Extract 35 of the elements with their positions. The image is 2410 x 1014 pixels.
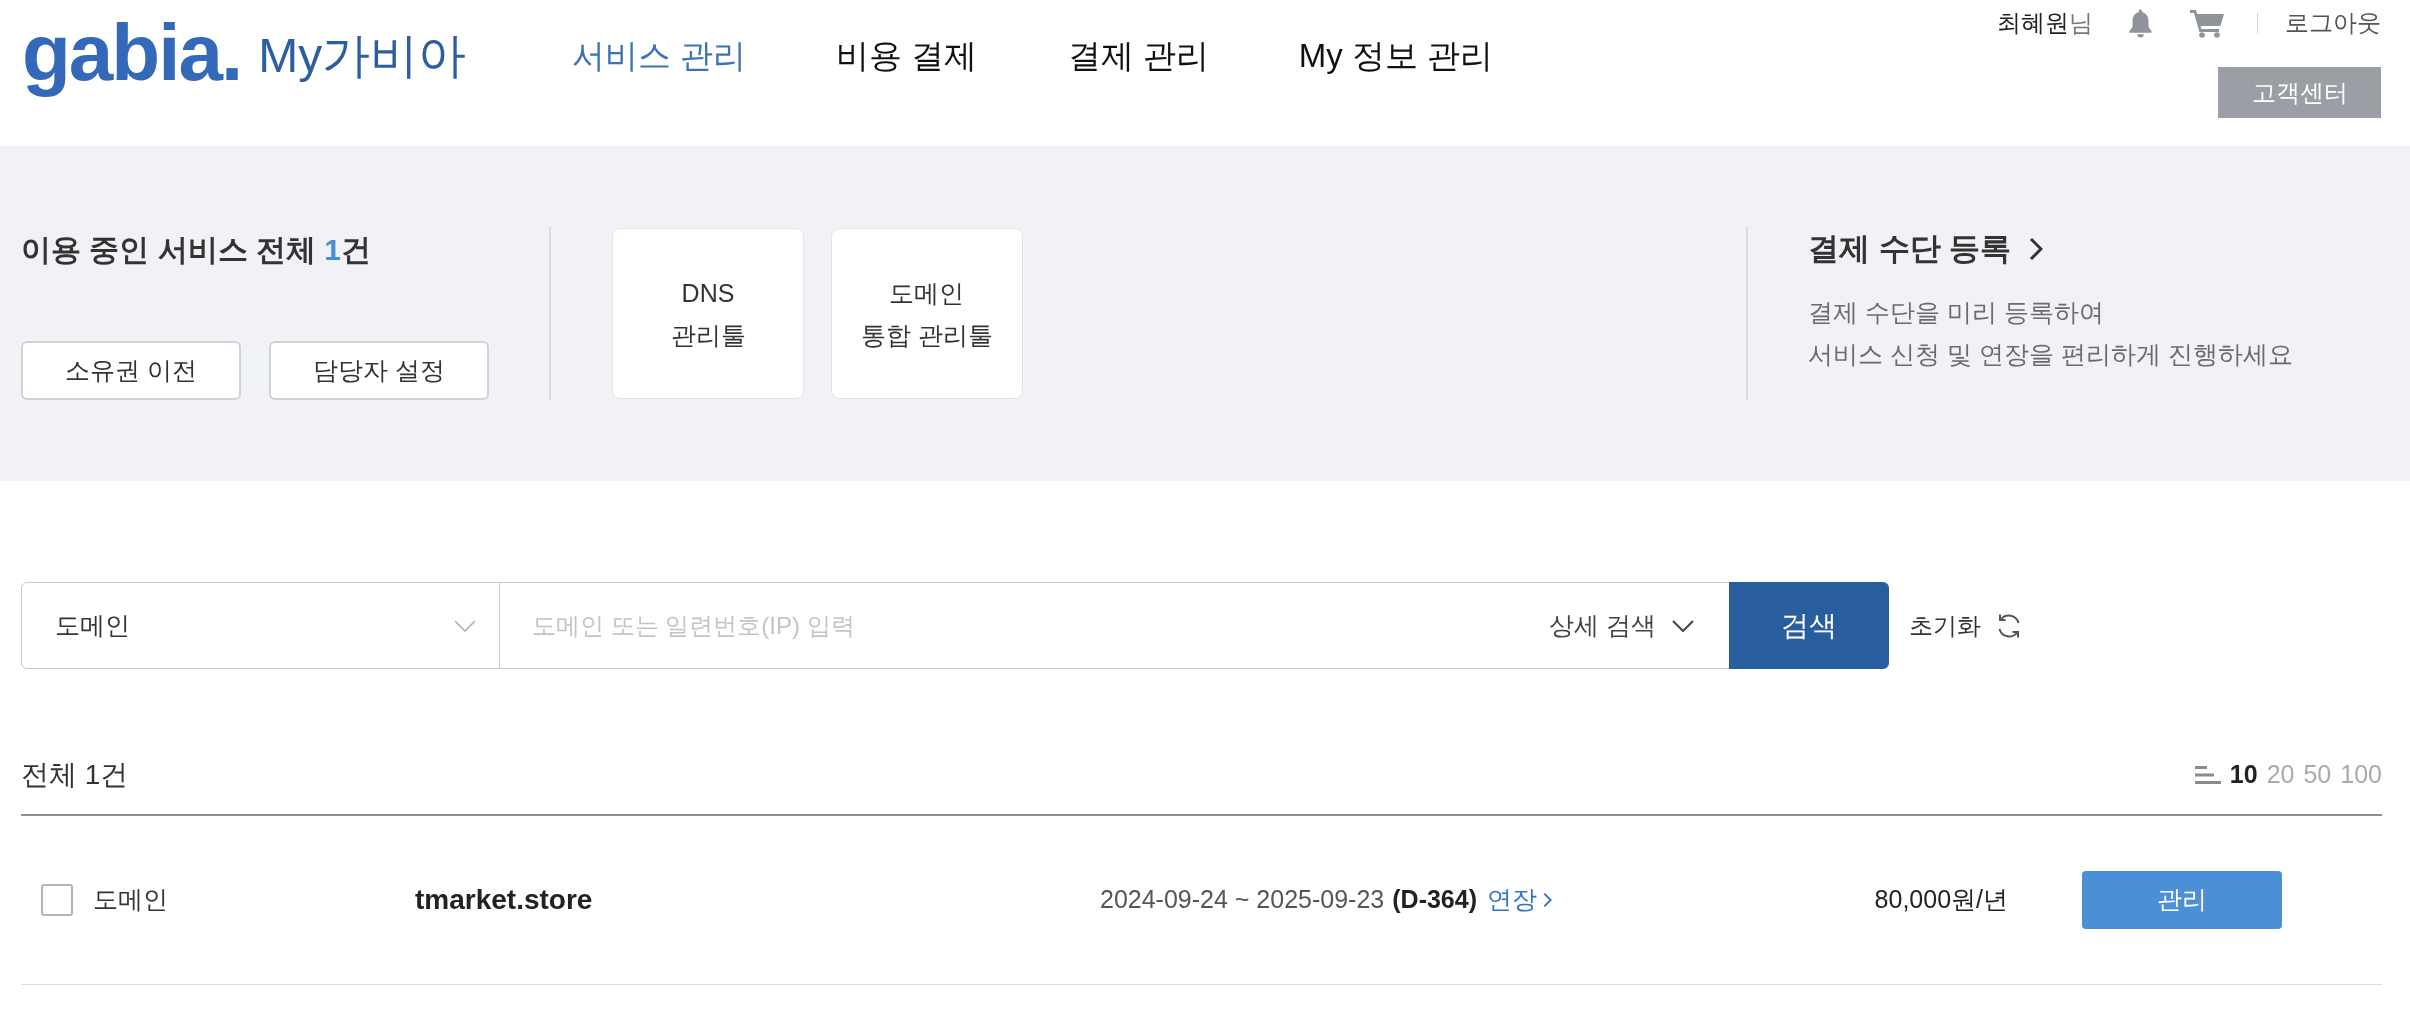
search-button[interactable]: 검색 [1729,582,1889,669]
nav-tab[interactable]: My 정보 관리 [1298,36,1493,76]
reset-button[interactable]: 초기화 [1909,582,2023,669]
action-button[interactable]: 담당자 설정 [269,341,489,400]
nav-tab[interactable]: 결제 관리 [1067,36,1209,76]
logout-link[interactable]: 로그아웃 [2285,8,2381,38]
nav-tab[interactable]: 서비스 관리 [572,36,747,76]
days-remaining: (D-364) [1392,884,1477,916]
nav-tab[interactable]: 비용 결제 [836,36,978,76]
price-text: 80,000원/년 [1874,885,2008,914]
chevron-down-icon [454,619,476,632]
cart-icon[interactable] [2190,8,2224,38]
chevron-down-icon [1671,619,1694,632]
summary-title: 이용 중인 서비스 전체 1건 [21,232,373,268]
search-field[interactable]: 도메인 또는 일련번호(IP) 입력 [500,582,1530,669]
detail-search-button[interactable]: 상세 검색 [1530,582,1729,669]
page-size-option[interactable]: 10 [2229,755,2258,794]
action-button[interactable]: 소유권 이전 [21,341,241,400]
chevron-right-icon [2029,237,2044,261]
checkbox[interactable] [41,884,73,916]
user-name: 최혜원 님 [1997,8,2093,38]
tool-card[interactable]: DNS 관리툴 [612,228,804,399]
payment-register-link[interactable]: 결제 수단 등록 [1808,227,2044,271]
chevron-right-icon [1543,892,1552,908]
tool-card[interactable]: 도메인 통합 관리툴 [831,228,1023,399]
search-type-select[interactable]: 도메인 [21,582,500,669]
bell-icon[interactable] [2127,8,2154,38]
renew-link[interactable]: 연장 [1487,881,1552,919]
domain-name: tmarket.store [415,884,593,915]
total-count: 전체 1건 [21,757,129,792]
description-text: 결제 수단을 미리 등록하여 서비스 신청 및 연장을 편리하게 진행하세요 [1808,297,2294,370]
list-icon [2194,764,2221,785]
service-period: 2024-09-24 ~ 2025-09-23 [1100,884,1385,916]
site-title[interactable]: My가비아 [258,32,467,80]
service-type: 도메인 [93,884,168,916]
